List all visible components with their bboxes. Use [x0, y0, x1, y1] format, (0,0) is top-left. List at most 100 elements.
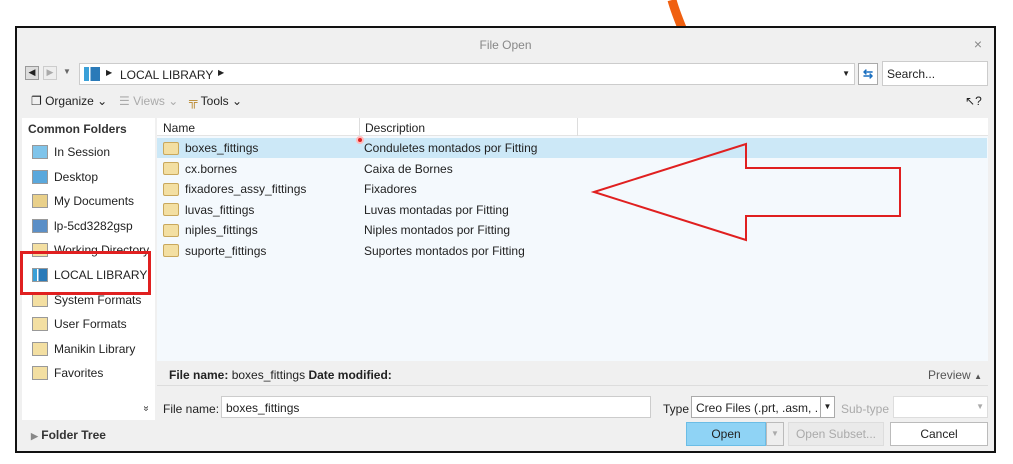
tools-icon: ╦: [189, 94, 198, 108]
type-value: Creo Files (.prt, .asm, .: [696, 401, 819, 415]
info-file-name: boxes_fittings: [231, 368, 306, 382]
column-header-description[interactable]: Description: [365, 121, 425, 135]
info-date-label: Date modified:: [308, 368, 392, 382]
item-description: Fixadores: [364, 182, 417, 196]
annotation-red-box: [20, 251, 151, 295]
history-dropdown-icon[interactable]: ▼: [63, 67, 71, 76]
sidebar-item-label: Manikin Library: [54, 341, 136, 356]
help-label: ?: [975, 94, 982, 108]
sidebar-item-label: My Documents: [54, 194, 135, 209]
sidebar-item-my-documents[interactable]: My Documents: [32, 191, 134, 211]
tools-menu[interactable]: ╦ Tools ⌄: [189, 94, 242, 108]
cancel-button[interactable]: Cancel: [890, 422, 988, 446]
name-cell: niples_fittings: [163, 223, 258, 237]
expand-icon: ▶: [31, 431, 38, 441]
organize-menu[interactable]: ❐ Organize ⌄: [31, 94, 107, 108]
sidebar-item-manikin-library[interactable]: Manikin Library: [32, 339, 135, 359]
sidebar-item-desktop[interactable]: Desktop: [32, 167, 98, 187]
sidebar-item-lp-5cd3282gsp[interactable]: lp-5cd3282gsp: [32, 216, 133, 236]
sidebar-heading: Common Folders: [28, 122, 127, 136]
folder-tree-toggle[interactable]: ▶ Folder Tree: [31, 428, 106, 442]
chevron-down-icon: ▼: [820, 397, 834, 417]
tools-label: Tools: [200, 94, 229, 108]
item-name: luvas_fittings: [185, 202, 255, 217]
folder-tree-label: Folder Tree: [41, 428, 106, 442]
folder-icon: [32, 366, 48, 381]
item-name: cx.bornes: [185, 161, 238, 176]
open-dropdown-button[interactable]: ▼: [766, 422, 784, 446]
folder-icon: [32, 169, 48, 184]
info-file-name-label: File name:: [169, 368, 229, 382]
chevron-up-icon: ▲: [974, 372, 982, 381]
file-name-label: File name:: [163, 402, 220, 416]
forward-button[interactable]: ▶: [43, 66, 57, 80]
item-name: fixadores_assy_fittings: [185, 182, 307, 196]
file-name-input[interactable]: boxes_fittings: [221, 396, 651, 418]
more-folders-button[interactable]: »: [141, 406, 152, 412]
address-dropdown-icon[interactable]: ▼: [842, 69, 850, 78]
close-icon[interactable]: ×: [974, 36, 982, 52]
folder-icon: [32, 218, 48, 233]
sidebar-item-label: Desktop: [54, 169, 99, 184]
sidebar-item-label: lp-5cd3282gsp: [54, 218, 133, 233]
folder-icon: [163, 223, 179, 237]
library-icon: [84, 67, 100, 81]
item-description: Luvas montadas por Fitting: [364, 202, 509, 217]
dialog-title: File Open: [479, 38, 532, 52]
item-description: Niples montados por Fitting: [364, 223, 511, 237]
info-strip: File name: boxes_fittings Date modified:…: [157, 362, 988, 386]
sidebar-item-label: Favorites: [54, 366, 104, 381]
type-select[interactable]: Creo Files (.prt, .asm, . ▼: [691, 396, 835, 418]
organize-label: Organize: [45, 94, 94, 108]
column-header-name[interactable]: Name: [163, 121, 195, 135]
item-name: niples_fittings: [185, 223, 258, 237]
annotation-red-arrow: [590, 142, 901, 242]
cursor-dot: [356, 136, 364, 144]
subtype-label: Sub-type: [841, 402, 890, 416]
views-menu[interactable]: ☰ Views ⌄: [119, 94, 178, 108]
back-button[interactable]: ◀: [25, 66, 39, 80]
subtype-select[interactable]: ▼: [893, 396, 988, 418]
refresh-button[interactable]: ⇆: [858, 63, 878, 85]
name-cell: boxes_fittings: [163, 141, 258, 155]
folder-icon: [32, 145, 48, 159]
folder-icon: [163, 141, 179, 155]
sidebar-item-label: User Formats: [54, 317, 127, 332]
chevron-right-icon: ▶: [106, 68, 113, 77]
item-name: boxes_fittings: [185, 141, 259, 155]
open-button[interactable]: Open: [686, 422, 766, 446]
folder-icon: [163, 182, 179, 196]
sidebar-item-in-session[interactable]: In Session: [32, 142, 110, 162]
search-input[interactable]: Search...: [882, 61, 988, 86]
open-subset-button[interactable]: Open Subset...: [788, 422, 884, 446]
folder-icon: [32, 341, 48, 356]
list-header: Name Description: [157, 118, 988, 136]
folder-icon: [163, 244, 179, 257]
sidebar-item-user-formats[interactable]: User Formats: [32, 314, 127, 334]
chevron-right-icon: ▶: [218, 68, 225, 77]
name-cell: suporte_fittings: [163, 244, 266, 258]
item-description: Conduletes montados por Fitting: [364, 141, 538, 155]
address-bar[interactable]: ▶ LOCAL LIBRARY ▶ ▼: [79, 63, 855, 85]
search-placeholder: Search...: [887, 67, 936, 81]
preview-toggle[interactable]: Preview ▲: [928, 368, 982, 382]
folder-icon: [32, 317, 48, 332]
folder-icon: [32, 194, 48, 209]
name-cell: luvas_fittings: [163, 203, 254, 217]
file-name-value: boxes_fittings: [226, 401, 300, 415]
name-cell: cx.bornes: [163, 162, 237, 176]
chevron-down-icon: ▼: [976, 402, 984, 411]
name-cell: fixadores_assy_fittings: [163, 182, 306, 196]
address-path[interactable]: LOCAL LIBRARY: [120, 68, 213, 82]
help-pointer-button[interactable]: ↖?: [965, 94, 982, 108]
sidebar-item-favorites[interactable]: Favorites: [32, 363, 103, 383]
item-description: Caixa de Bornes: [364, 161, 453, 176]
folder-icon: [163, 162, 179, 175]
item-name: suporte_fittings: [185, 243, 267, 258]
folder-icon: [163, 203, 179, 216]
preview-label: Preview: [928, 368, 971, 382]
type-label: Type: [663, 402, 690, 416]
item-description: Suportes montados por Fitting: [364, 243, 525, 258]
views-label: Views: [133, 94, 165, 108]
sidebar-item-label: In Session: [54, 145, 111, 159]
